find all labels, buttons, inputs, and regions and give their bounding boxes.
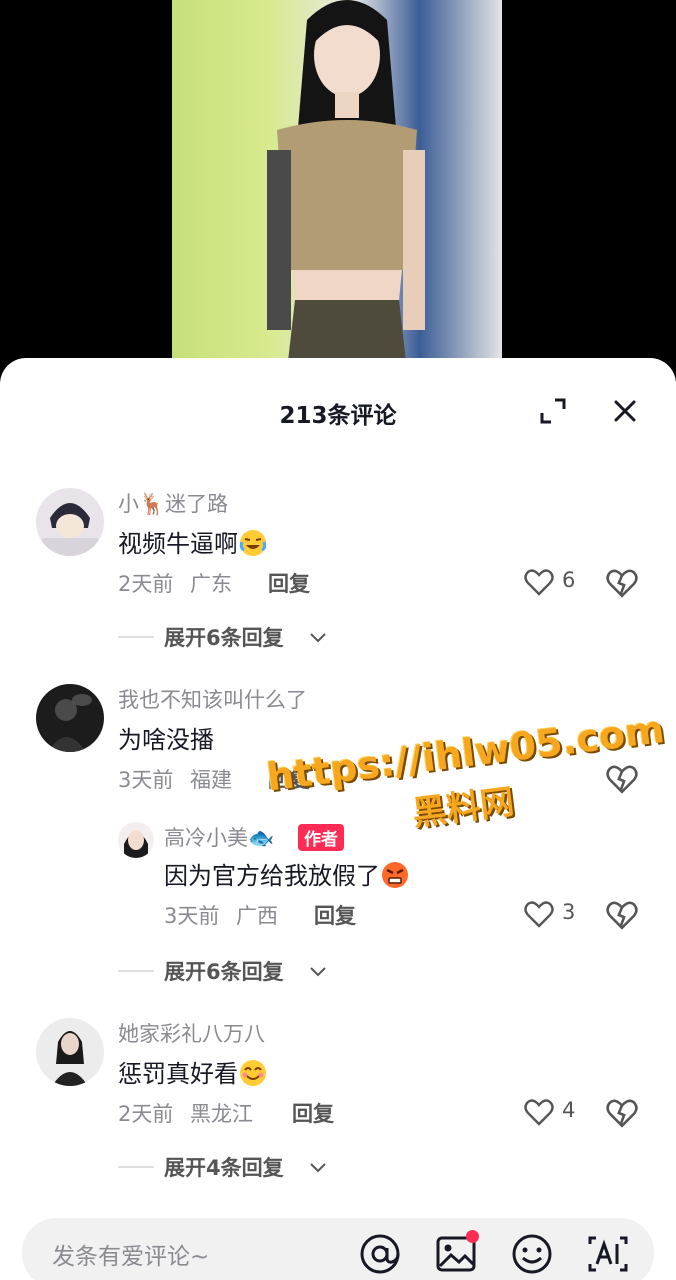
broken-heart-icon[interactable] <box>606 568 638 598</box>
chevron-down-icon <box>310 1163 326 1173</box>
comment-time: 2天前 <box>118 572 174 596</box>
at-icon[interactable] <box>358 1232 402 1276</box>
reply-username[interactable]: 高冷小美🐟 <box>164 822 274 852</box>
comment-location: 福建 <box>190 768 232 792</box>
heart-icon <box>524 901 554 928</box>
expand-replies-label: 展开6条回复 <box>164 960 284 984</box>
comment-input[interactable]: 发条有爱评论~ <box>22 1218 654 1280</box>
reply-time: 3天前 <box>164 904 220 928</box>
avatar[interactable] <box>118 822 154 858</box>
comment-username[interactable]: 她家彩礼八万八 <box>118 1018 265 1048</box>
comment-input-placeholder: 发条有爱评论~ <box>52 1244 210 1270</box>
comment-text: 视频牛逼啊 <box>118 524 268 559</box>
smiling-emoji-icon <box>240 1060 266 1086</box>
expand-replies[interactable]: 展开6条回复 <box>118 622 358 652</box>
angry-emoji-icon <box>382 862 408 888</box>
heart-icon <box>524 1099 554 1126</box>
avatar[interactable] <box>36 684 104 752</box>
comment-item: 我也不知该叫什么了 为啥没播 3天前 福建 回复 高冷小美🐟 作者 因为官方给我… <box>0 684 676 1004</box>
heart-icon <box>524 569 554 596</box>
author-badge: 作者 <box>298 824 344 851</box>
like-count: 4 <box>562 1098 576 1122</box>
divider <box>118 636 154 638</box>
reply-button[interactable]: 回复 <box>314 900 356 930</box>
comment-text: 为啥没播 <box>118 726 214 754</box>
like-count: 3 <box>562 900 576 924</box>
comment-location: 黑龙江 <box>190 1102 253 1126</box>
like-count: 6 <box>562 568 576 592</box>
like-button[interactable]: 6 <box>524 568 584 598</box>
divider <box>118 970 154 972</box>
comment-username[interactable]: 小🦌迷了路 <box>118 488 228 518</box>
expand-icon[interactable] <box>538 396 568 426</box>
ai-icon[interactable] <box>586 1232 630 1276</box>
reply-text-content: 因为官方给我放假了 <box>164 862 380 890</box>
avatar[interactable] <box>36 1018 104 1086</box>
video-thumbnail <box>172 0 502 370</box>
reply-location: 广西 <box>236 904 278 928</box>
broken-heart-icon[interactable] <box>606 764 638 794</box>
comment-text-content: 惩罚真好看 <box>118 1060 238 1088</box>
comment-item: 她家彩礼八万八 惩罚真好看 2天前 黑龙江 回复 4 展开4条回复 <box>0 1018 676 1188</box>
avatar[interactable] <box>36 488 104 556</box>
divider <box>118 1166 154 1168</box>
reply-button[interactable]: 回复 <box>292 1098 334 1128</box>
chevron-down-icon <box>310 633 326 643</box>
person-figure <box>267 0 425 370</box>
broken-heart-icon[interactable] <box>606 1098 638 1128</box>
video-preview[interactable] <box>0 0 676 370</box>
notification-dot <box>466 1230 479 1243</box>
reply-button[interactable]: 回复 <box>268 568 310 598</box>
comment-text: 惩罚真好看 <box>118 1054 268 1089</box>
broken-heart-icon[interactable] <box>606 900 638 930</box>
comment-count-title: 213条评论 <box>279 403 397 429</box>
expand-replies[interactable]: 展开6条回复 <box>118 956 358 986</box>
laughing-crying-emoji-icon <box>239 530 267 556</box>
like-button[interactable]: 4 <box>524 1098 584 1128</box>
expand-replies-label: 展开4条回复 <box>164 1156 284 1180</box>
expand-replies[interactable]: 展开4条回复 <box>118 1152 358 1182</box>
comment-text-content: 视频牛逼啊 <box>118 530 238 558</box>
comment-time: 2天前 <box>118 1102 174 1126</box>
comment-sheet-header: 213条评论 <box>0 358 676 468</box>
comment-time: 3天前 <box>118 768 174 792</box>
emoji-icon[interactable] <box>510 1232 554 1276</box>
comment-sheet: 213条评论 小🦌迷了路 视频牛逼啊 2天前 广东 回复 6 展开6条回复 我也… <box>0 358 676 1280</box>
comment-location: 广东 <box>190 572 232 596</box>
chevron-down-icon <box>310 967 326 977</box>
like-button[interactable]: 3 <box>524 900 584 930</box>
reply-button[interactable]: 回复 <box>268 764 310 794</box>
reply-text: 因为官方给我放假了 <box>164 856 410 891</box>
comment-item: 小🦌迷了路 视频牛逼啊 2天前 广东 回复 6 展开6条回复 <box>0 488 676 658</box>
comment-username[interactable]: 我也不知该叫什么了 <box>118 684 307 714</box>
close-icon[interactable] <box>610 396 640 426</box>
expand-replies-label: 展开6条回复 <box>164 626 284 650</box>
